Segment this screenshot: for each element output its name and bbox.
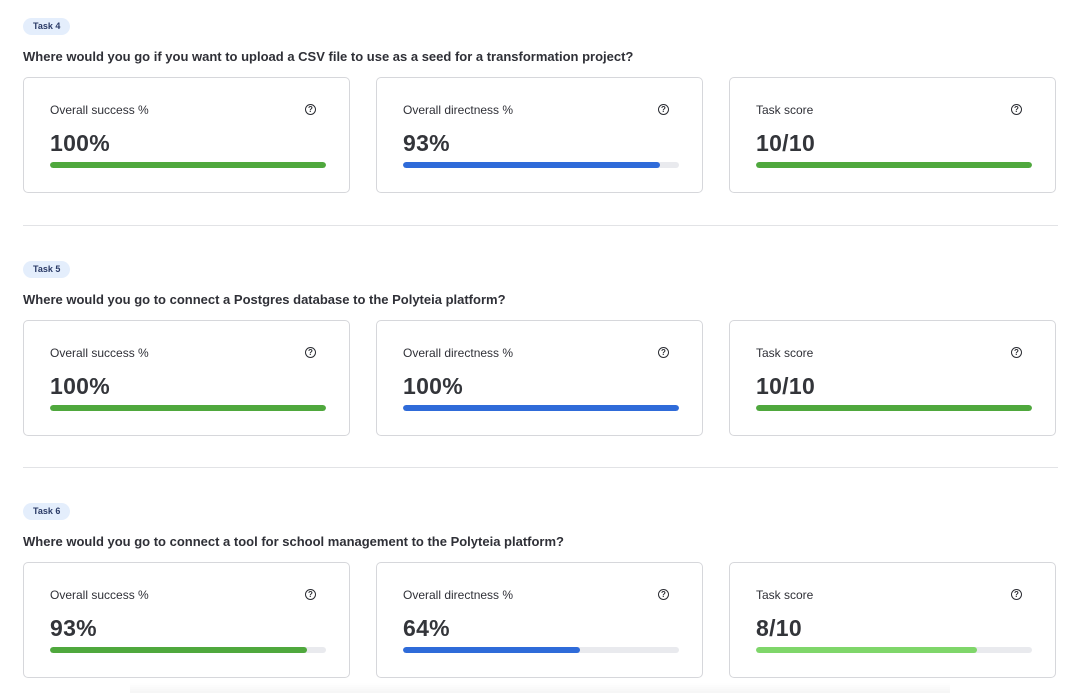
overall-directness-card: Overall directness % ? 100% xyxy=(376,320,703,436)
overall-success-card: Overall success % ? 100% xyxy=(23,320,350,436)
question-circle-icon[interactable]: ? xyxy=(658,347,669,358)
metric-value: 93% xyxy=(50,615,97,641)
task-section-4: Task 4 Where would you go if you want to… xyxy=(23,16,1058,195)
progress-bar-fill xyxy=(403,162,660,168)
overall-directness-card: Overall directness % ? 93% xyxy=(376,77,703,193)
progress-bar xyxy=(403,647,679,653)
task-section-6: Task 6 Where would you go to connect a t… xyxy=(23,501,1058,680)
task-badge: Task 5 xyxy=(23,261,71,278)
question-circle-icon[interactable]: ? xyxy=(658,589,669,600)
question-circle-icon[interactable]: ? xyxy=(658,104,669,115)
metric-value: 100% xyxy=(50,130,111,156)
question-circle-icon[interactable]: ? xyxy=(1011,347,1022,358)
progress-bar xyxy=(403,405,679,411)
section-divider xyxy=(23,225,1058,226)
metric-value: 100% xyxy=(50,373,111,399)
task-badge: Task 6 xyxy=(23,503,71,520)
metric-cards: Overall success % ? 100% Overall directn… xyxy=(23,320,1058,438)
metric-value: 93% xyxy=(403,130,450,156)
task-question: Where would you go if you want to upload… xyxy=(23,49,634,64)
progress-bar-fill xyxy=(403,647,580,653)
metric-label: Overall directness % xyxy=(403,346,514,360)
metric-label: Task score xyxy=(756,346,814,360)
progress-bar-fill xyxy=(403,405,679,411)
overall-directness-card: Overall directness % ? 64% xyxy=(376,562,703,678)
progress-bar xyxy=(756,162,1032,168)
metric-label: Overall directness % xyxy=(403,588,514,602)
progress-bar xyxy=(50,647,326,653)
metric-value: 8/10 xyxy=(756,615,802,641)
task-score-card: Task score ? 8/10 xyxy=(729,562,1056,678)
progress-bar xyxy=(50,405,326,411)
overall-success-card: Overall success % ? 100% xyxy=(23,77,350,193)
metric-label: Overall success % xyxy=(50,103,149,117)
progress-bar-fill xyxy=(50,647,307,653)
task-section-5: Task 5 Where would you go to connect a P… xyxy=(23,259,1058,438)
question-circle-icon[interactable]: ? xyxy=(305,347,316,358)
progress-bar xyxy=(756,405,1032,411)
task-score-card: Task score ? 10/10 xyxy=(729,320,1056,436)
progress-bar-fill xyxy=(756,647,977,653)
progress-bar-fill xyxy=(756,405,1032,411)
progress-bar-fill xyxy=(756,162,1032,168)
metric-cards: Overall success % ? 93% Overall directne… xyxy=(23,562,1058,680)
metric-label: Overall directness % xyxy=(403,103,514,117)
question-circle-icon[interactable]: ? xyxy=(305,589,316,600)
task-score-card: Task score ? 10/10 xyxy=(729,77,1056,193)
question-circle-icon[interactable]: ? xyxy=(305,104,316,115)
progress-bar-fill xyxy=(50,162,326,168)
progress-bar xyxy=(756,647,1032,653)
metric-label: Task score xyxy=(756,103,814,117)
question-circle-icon[interactable]: ? xyxy=(1011,104,1022,115)
progress-bar xyxy=(403,162,679,168)
section-divider xyxy=(23,467,1058,468)
progress-bar-fill xyxy=(50,405,326,411)
metric-cards: Overall success % ? 100% Overall directn… xyxy=(23,77,1058,195)
task-question: Where would you go to connect a tool for… xyxy=(23,534,564,549)
metric-label: Task score xyxy=(756,588,814,602)
question-circle-icon[interactable]: ? xyxy=(1011,589,1022,600)
metric-value: 10/10 xyxy=(756,373,816,399)
bottom-fade xyxy=(130,683,950,693)
task-question: Where would you go to connect a Postgres… xyxy=(23,292,506,307)
overall-success-card: Overall success % ? 93% xyxy=(23,562,350,678)
progress-bar xyxy=(50,162,326,168)
metric-value: 100% xyxy=(403,373,464,399)
metric-value: 64% xyxy=(403,615,450,641)
metric-label: Overall success % xyxy=(50,588,149,602)
metric-label: Overall success % xyxy=(50,346,149,360)
task-badge: Task 4 xyxy=(23,18,71,35)
metric-value: 10/10 xyxy=(756,130,816,156)
